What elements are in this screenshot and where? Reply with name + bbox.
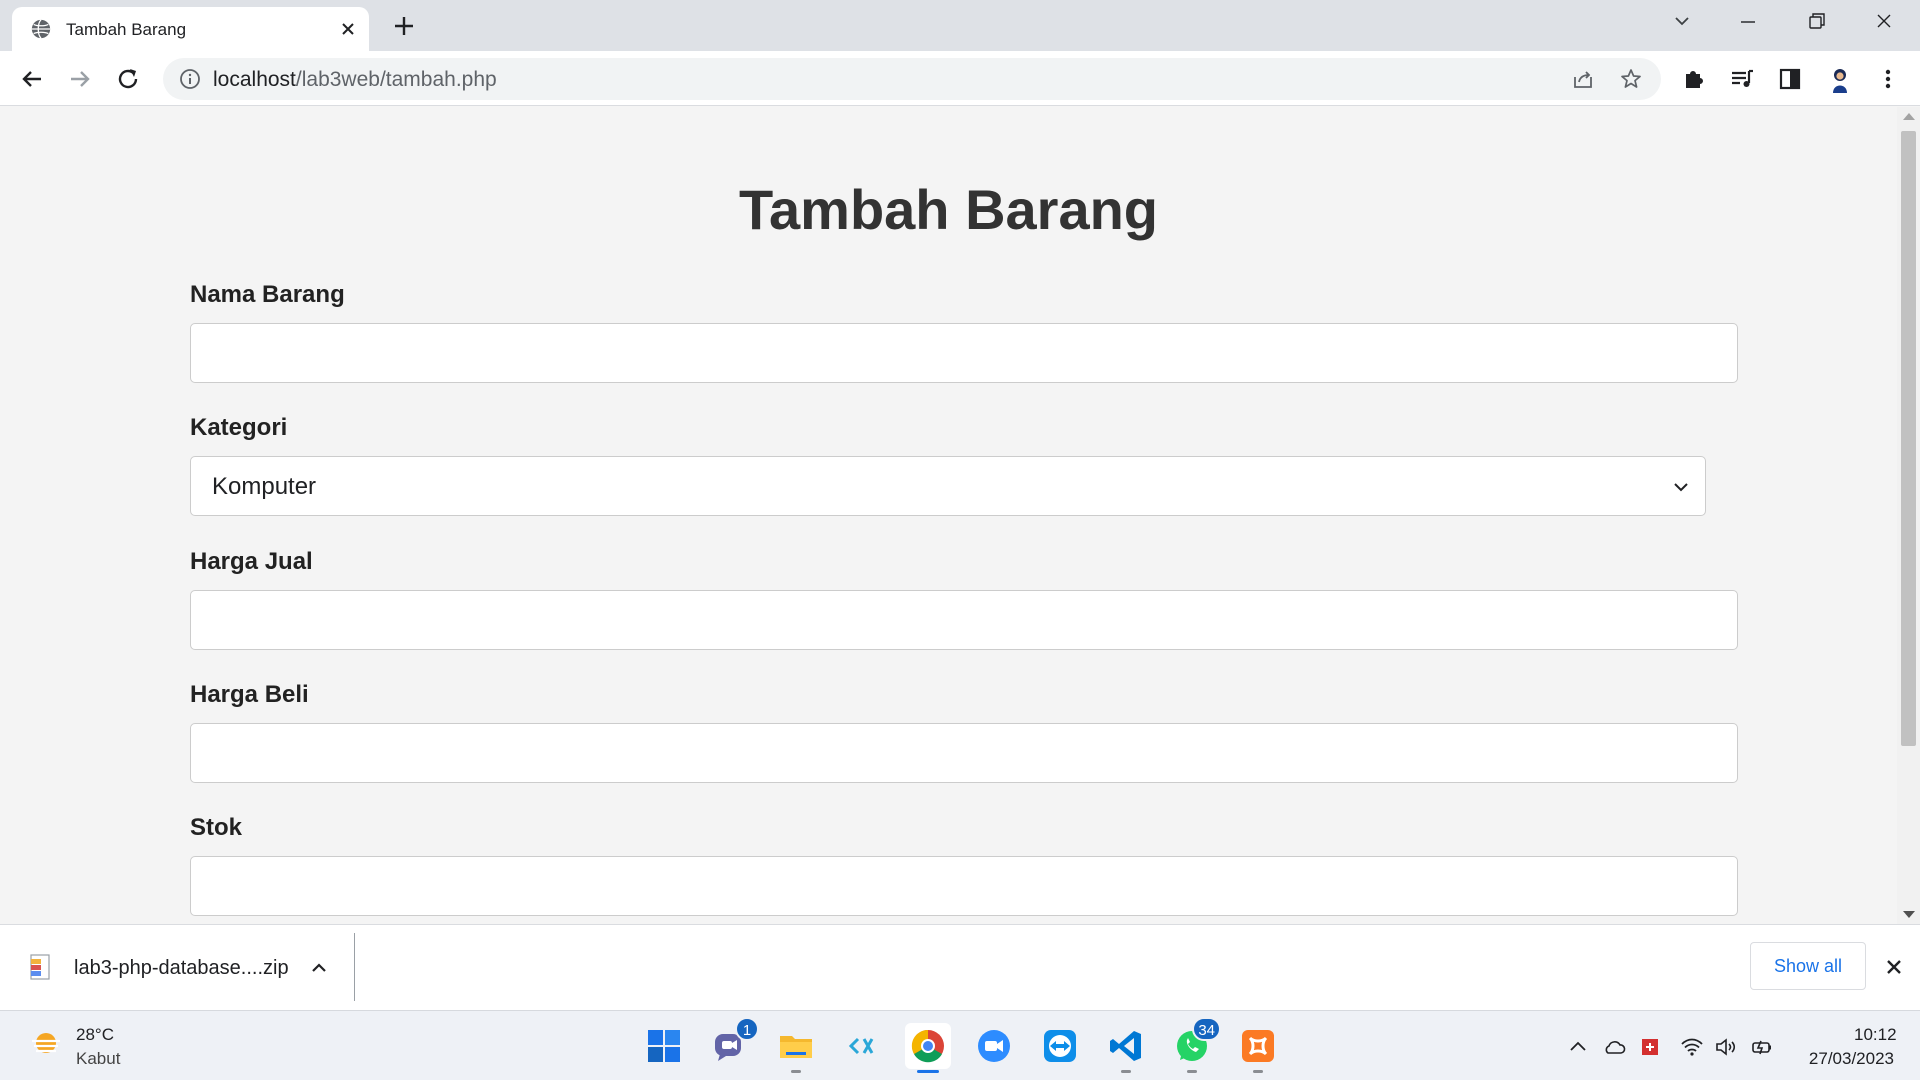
bookmark-star-icon[interactable] <box>1619 67 1643 91</box>
download-bar: lab3-php-database....zip Show all <box>0 924 1920 1010</box>
reading-list-icon[interactable] <box>1728 65 1756 93</box>
zip-file-icon <box>30 954 50 980</box>
url-host: localhost <box>213 68 296 91</box>
running-indicator <box>1187 1070 1197 1073</box>
weather-fog-icon[interactable] <box>28 1027 64 1063</box>
back-arrow-icon[interactable] <box>16 63 48 95</box>
taskbar-vscode[interactable] <box>1103 1023 1149 1073</box>
taskbar-chrome[interactable] <box>905 1023 951 1073</box>
tab-title: Tambah Barang <box>66 20 187 39</box>
show-hidden-icons-chevron-icon[interactable] <box>1566 1035 1590 1059</box>
share-icon[interactable] <box>1571 67 1595 91</box>
onedrive-cloud-icon[interactable] <box>1602 1035 1626 1059</box>
page-content: Tambah Barang Nama Barang Kategori Kompu… <box>0 107 1897 924</box>
code-app-icon <box>848 1037 874 1055</box>
taskbar-file-explorer[interactable] <box>773 1023 819 1073</box>
url-text: localhost/lab3web/tambah.php <box>213 68 497 92</box>
windows-logo-icon <box>648 1030 680 1062</box>
download-file-name[interactable]: lab3-php-database....zip <box>74 957 289 980</box>
battery-charging-icon[interactable] <box>1750 1035 1774 1059</box>
antivirus-icon[interactable] <box>1638 1035 1662 1059</box>
scroll-down-arrow-icon[interactable] <box>1903 911 1915 918</box>
more-vertical-icon[interactable] <box>1874 65 1902 93</box>
weather-temperature: 28°C <box>76 1025 114 1044</box>
taskbar-xampp[interactable] <box>1235 1023 1281 1073</box>
scroll-thumb[interactable] <box>1901 131 1916 746</box>
chrome-icon <box>911 1029 944 1063</box>
clock-time[interactable]: 10:12 <box>1854 1025 1897 1045</box>
site-info-icon[interactable] <box>179 68 201 90</box>
tab-close-icon[interactable] <box>338 19 358 39</box>
download-separator <box>354 933 355 1001</box>
minimize-icon[interactable] <box>1730 8 1766 36</box>
xampp-icon <box>1242 1030 1274 1062</box>
taskbar-teamviewer[interactable] <box>1037 1023 1083 1069</box>
chevron-down-icon <box>1674 483 1688 492</box>
scroll-up-arrow-icon[interactable] <box>1903 113 1915 120</box>
wifi-icon[interactable] <box>1680 1035 1704 1059</box>
harga-beli-label: Harga Beli <box>190 681 309 708</box>
weather-description: Kabut <box>76 1049 121 1068</box>
chevron-up-icon[interactable] <box>308 957 330 979</box>
active-indicator <box>917 1070 939 1073</box>
zoom-icon <box>978 1030 1010 1062</box>
volume-icon[interactable] <box>1714 1035 1738 1059</box>
running-indicator <box>1253 1070 1263 1073</box>
harga-jual-input[interactable] <box>190 590 1738 650</box>
reload-icon[interactable] <box>112 63 144 95</box>
vscode-icon <box>1110 1031 1141 1061</box>
address-bar[interactable]: localhost/lab3web/tambah.php <box>163 58 1661 100</box>
running-indicator <box>791 1070 801 1073</box>
show-all-button[interactable]: Show all <box>1750 942 1866 990</box>
page-title: Tambah Barang <box>738 178 1159 241</box>
browser-tab[interactable]: Tambah Barang <box>12 7 369 51</box>
browser-tab-strip: Tambah Barang <box>0 0 1920 51</box>
teamviewer-icon <box>1044 1030 1076 1062</box>
nama-barang-input[interactable] <box>190 323 1738 383</box>
stok-label: Stok <box>190 814 243 841</box>
kategori-select[interactable]: Komputer <box>190 456 1706 516</box>
url-path: /lab3web/tambah.php <box>295 68 497 91</box>
folder-icon <box>780 1036 812 1058</box>
browser-toolbar: localhost/lab3web/tambah.php <box>0 51 1920 106</box>
restore-icon[interactable] <box>1798 8 1834 36</box>
chat-badge: 1 <box>735 1017 759 1041</box>
taskbar-chat-app[interactable]: 1 <box>707 1017 759 1069</box>
harga-beli-input[interactable] <box>190 723 1738 783</box>
clock-date[interactable]: 27/03/2023 <box>1798 1049 1894 1069</box>
whatsapp-badge: 34 <box>1192 1017 1221 1041</box>
start-button[interactable] <box>641 1023 687 1069</box>
nama-barang-label: Nama Barang <box>190 281 345 308</box>
tab-search-chevron-icon[interactable] <box>1664 8 1700 36</box>
extensions-puzzle-icon[interactable] <box>1680 65 1708 93</box>
page-scrollbar[interactable] <box>1897 107 1920 924</box>
close-window-icon[interactable] <box>1866 8 1902 36</box>
new-tab-plus-icon[interactable] <box>390 12 418 40</box>
kategori-selected-value: Komputer <box>212 473 317 500</box>
globe-icon <box>31 19 51 39</box>
taskbar-whatsapp[interactable]: 34 <box>1169 1017 1221 1073</box>
windows-taskbar: 28°C Kabut 1 34 10:12 27/03/2023 <box>0 1010 1920 1080</box>
taskbar-dev-app[interactable] <box>839 1023 885 1069</box>
close-download-bar-icon[interactable] <box>1882 955 1906 979</box>
side-panel-icon[interactable] <box>1776 65 1804 93</box>
stok-input[interactable] <box>190 856 1738 916</box>
running-indicator <box>1121 1070 1131 1073</box>
profile-avatar[interactable] <box>1824 63 1856 95</box>
harga-jual-label: Harga Jual <box>190 548 313 575</box>
taskbar-zoom[interactable] <box>971 1023 1017 1069</box>
forward-arrow-icon[interactable] <box>64 63 96 95</box>
kategori-label: Kategori <box>190 414 288 441</box>
